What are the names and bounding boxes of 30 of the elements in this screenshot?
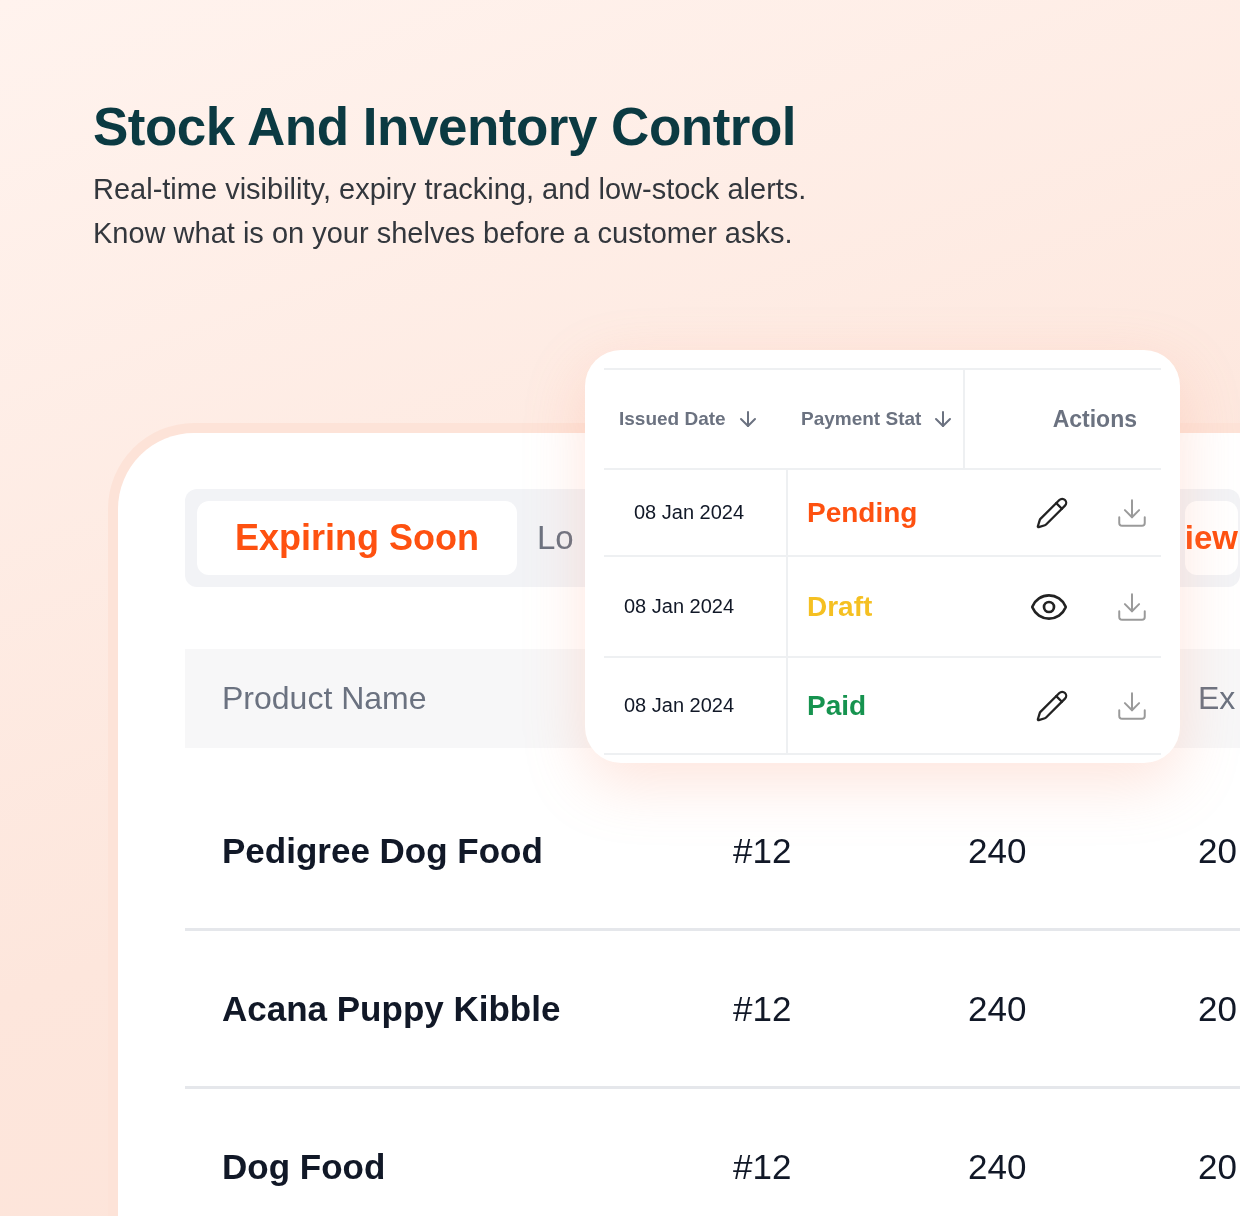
table-cell: 240: [968, 988, 1027, 1028]
tab[interactable]: Lo: [537, 501, 574, 575]
table-cell: 240: [968, 830, 1027, 870]
edit-icon[interactable]: [1035, 495, 1069, 530]
page-title: Stock And Inventory Control: [93, 96, 797, 157]
table-cell: 20: [1198, 988, 1237, 1028]
date-cell: 08 Jan 2024: [624, 694, 735, 717]
table-cell: #12: [733, 988, 792, 1028]
status-label: Draft: [807, 590, 873, 623]
column-header: Product Name: [222, 680, 427, 716]
date-cell: 08 Jan 2024: [624, 595, 735, 618]
table-cell: 240: [968, 1146, 1027, 1186]
tab[interactable]: Expiring Soon: [197, 501, 517, 575]
table-cell: Pedigree Dog Food: [222, 830, 543, 870]
edit-icon[interactable]: [1035, 688, 1069, 723]
status-label: Pending: [807, 496, 918, 529]
date-cell: 08 Jan 2024: [634, 501, 745, 524]
column-header[interactable]: Issued Date: [604, 368, 786, 470]
table-cell: #12: [733, 830, 792, 870]
table-cell: 20: [1198, 1146, 1237, 1186]
column-header[interactable]: Actions: [963, 368, 1161, 470]
table-cell: 20: [1198, 830, 1237, 870]
status-label: Paid: [807, 689, 867, 722]
table-cell: Acana Puppy Kibble: [222, 988, 561, 1028]
table-cell: #12: [733, 1146, 792, 1186]
column-header: Ex: [1198, 680, 1236, 716]
table-cell: Dog Food: [222, 1146, 386, 1186]
subtitle: Real-time visibility, expiry tracking, and low-stock alerts. Know what is on your shelves before a customer asks.: [93, 172, 808, 251]
tab[interactable]: iew: [1184, 501, 1238, 575]
column-header[interactable]: Payment Stat: [786, 368, 963, 470]
